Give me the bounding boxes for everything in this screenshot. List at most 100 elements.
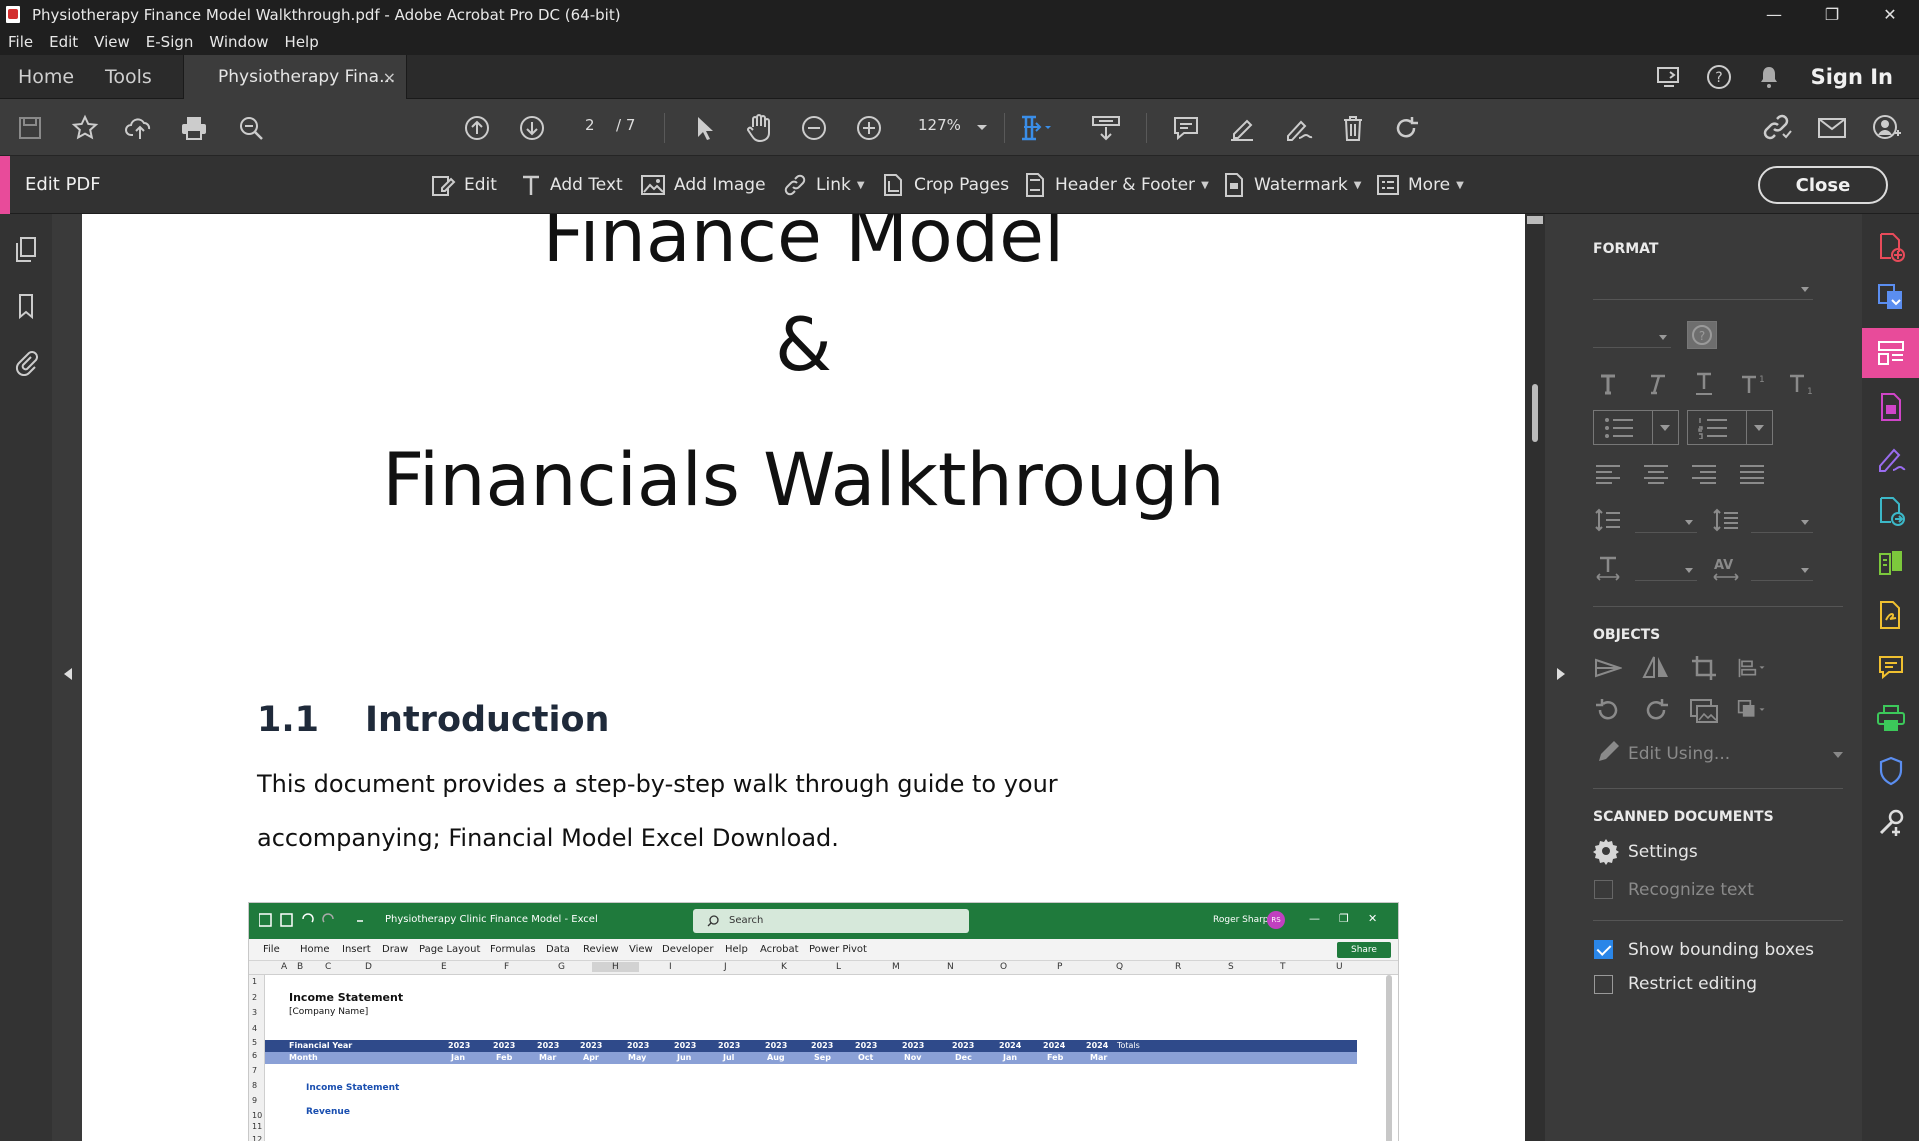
next-page-icon[interactable] [515,111,549,145]
crop-pages-button[interactable]: Crop Pages [880,172,1009,198]
align-objects-icon[interactable] [1737,654,1767,682]
sign-in-button[interactable]: Sign In [1811,65,1893,89]
edit-using-label[interactable]: Edit Using... [1628,744,1730,764]
restrict-editing-checkbox[interactable] [1594,975,1613,994]
document-scrollbar[interactable] [1525,214,1545,1141]
menu-view[interactable]: View [94,33,130,51]
section-heading[interactable]: 1.1 Introduction [257,700,609,740]
zoom-dropdown-icon[interactable] [965,111,999,145]
line-spacing-dropdown[interactable] [1635,511,1697,533]
intro-paragraph-line-2[interactable]: accompanying; Financial Model Excel Down… [257,824,839,852]
paragraph-spacing-dropdown[interactable] [1751,511,1813,533]
tab-close-icon[interactable]: × [383,68,396,87]
line-spacing-icon[interactable] [1593,506,1623,534]
header-footer-button[interactable]: Header & Footer ▼ [1023,172,1209,198]
create-pdf-icon[interactable] [1862,222,1919,272]
fill-sign-icon[interactable] [1862,434,1919,484]
settings-gear-icon[interactable] [1591,837,1621,865]
select-arrow-icon[interactable] [687,111,721,145]
bold-text-icon[interactable] [1593,370,1623,398]
show-bounding-boxes-label[interactable]: Show bounding boxes [1628,940,1814,960]
search-zoom-icon[interactable] [234,111,268,145]
edit-pdf-tool-icon[interactable] [1862,328,1919,378]
menu-edit[interactable]: Edit [49,33,78,51]
subscript-text-icon[interactable]: 1 [1785,370,1815,398]
character-spacing-icon[interactable]: AV [1711,554,1741,582]
show-bounding-boxes-checkbox[interactable] [1594,940,1613,959]
notifications-bell-icon[interactable] [1755,63,1783,91]
delete-trash-icon[interactable] [1336,111,1370,145]
edit-tool-button[interactable]: Edit [430,172,497,198]
replace-image-icon[interactable] [1689,696,1719,724]
expand-left-pane-icon[interactable] [64,668,72,680]
menu-window[interactable]: Window [209,33,268,51]
menu-file[interactable]: File [8,33,33,51]
align-right-icon[interactable] [1689,460,1719,488]
doc-title-line-1[interactable]: Finance Model [82,214,1525,273]
pdf-page[interactable]: Finance Model & Financials Walkthrough 1… [82,214,1525,1141]
excel-screenshot-image[interactable]: Physiotherapy Clinic Finance Model - Exc… [248,902,1399,1141]
save-icon[interactable] [13,111,47,145]
rotate-clockwise-icon[interactable] [1641,696,1671,724]
add-image-button[interactable]: Add Image [640,172,766,198]
menu-help[interactable]: Help [285,33,319,51]
more-button[interactable]: More ▼ [1376,172,1464,198]
comment-tool-icon[interactable] [1862,642,1919,692]
rotate-counterclockwise-icon[interactable] [1593,696,1623,724]
settings-label[interactable]: Settings [1628,842,1698,862]
character-spacing-dropdown[interactable] [1751,559,1813,581]
restrict-editing-label[interactable]: Restrict editing [1628,974,1757,994]
print-icon[interactable] [177,111,211,145]
star-icon[interactable] [68,111,102,145]
tab-tools[interactable]: Tools [105,55,152,99]
rotate-icon[interactable] [1389,111,1423,145]
export-pdf-icon[interactable] [1862,382,1919,432]
upload-cloud-icon[interactable] [123,111,157,145]
share-link-icon[interactable] [1760,111,1794,145]
sign-pen-icon[interactable] [1281,111,1315,145]
doc-title-line-3[interactable]: Financials Walkthrough [82,444,1525,517]
comment-icon[interactable] [1169,111,1203,145]
page-number-input[interactable]: 2 [585,116,595,134]
help-icon[interactable]: ? [1705,63,1733,91]
arrange-objects-icon[interactable] [1737,696,1767,724]
font-family-dropdown[interactable] [1593,278,1813,300]
italic-text-icon[interactable] [1641,370,1671,398]
close-edit-button[interactable]: Close [1758,166,1888,204]
bookmarks-icon[interactable] [13,292,39,320]
menu-esign[interactable]: E-Sign [146,33,194,51]
scroll-mode-icon[interactable] [1089,111,1123,145]
tab-document[interactable]: Physiotherapy Fina... × [183,55,407,99]
zoom-level[interactable]: 127% [918,116,961,134]
link-button[interactable]: Link ▼ [782,172,865,198]
minimize-button[interactable]: — [1745,0,1803,29]
scrollbar-thumb[interactable] [1532,384,1538,442]
add-user-icon[interactable] [1870,111,1904,145]
tab-home[interactable]: Home [18,55,74,99]
superscript-text-icon[interactable]: 1 [1737,370,1767,398]
attachments-paperclip-icon[interactable] [13,348,39,376]
justify-icon[interactable] [1737,460,1767,488]
font-size-dropdown[interactable] [1593,326,1671,348]
share-screen-icon[interactable] [1655,63,1683,91]
add-text-button[interactable]: Add Text [520,172,623,198]
print-production-icon[interactable] [1862,694,1919,744]
recognize-text-checkbox[interactable] [1594,880,1613,899]
close-window-button[interactable]: ✕ [1861,0,1919,29]
align-center-icon[interactable] [1641,460,1671,488]
highlight-pen-icon[interactable] [1225,111,1259,145]
send-for-review-icon[interactable] [1862,486,1919,536]
bulleted-list-control[interactable] [1593,410,1679,445]
collapse-right-pane-icon[interactable] [1557,668,1565,680]
page-fit-icon[interactable] [1018,111,1052,145]
more-tools-icon[interactable] [1862,798,1919,848]
request-signature-icon[interactable] [1862,590,1919,640]
hand-tool-icon[interactable] [742,111,776,145]
underline-text-icon[interactable] [1689,370,1719,398]
doc-title-line-2[interactable]: & [82,309,1525,382]
intro-paragraph-line-1[interactable]: This document provides a step-by-step wa… [257,770,1058,798]
combine-files-icon[interactable] [1862,272,1919,322]
page-thumbnails-icon[interactable] [13,236,39,264]
organize-pages-icon[interactable] [1862,538,1919,588]
email-envelope-icon[interactable] [1815,111,1849,145]
